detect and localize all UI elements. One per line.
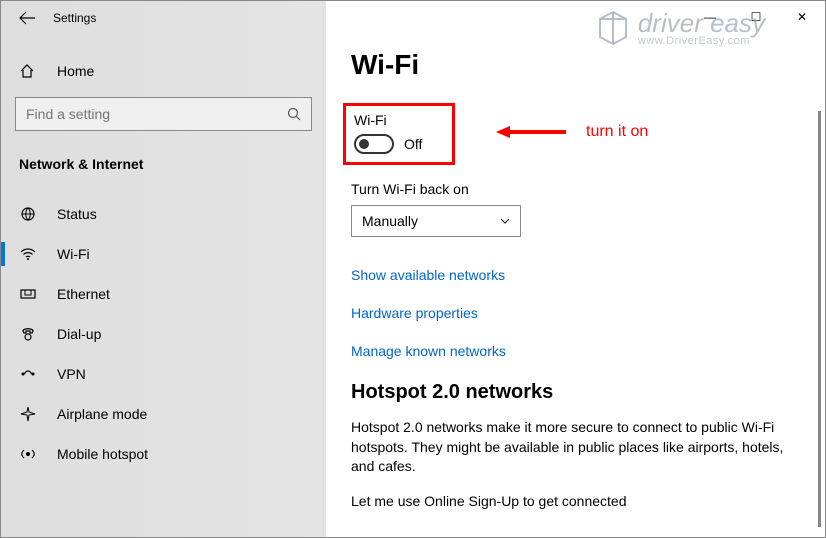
links-section: Show available networks Hardware propert… <box>351 267 825 359</box>
hotspot-description: Hotspot 2.0 networks make it more secure… <box>351 418 791 477</box>
turnback-dropdown[interactable]: Manually <box>351 205 521 237</box>
window-title: Settings <box>53 11 96 25</box>
arrow-icon <box>496 124 566 140</box>
nav-list: Status Wi-Fi Ethernet Dial-up <box>1 194 326 474</box>
sidebar-item-label: Dial-up <box>57 326 101 342</box>
section-label: Network & Internet <box>1 141 326 186</box>
wifi-toggle-label: Wi-Fi <box>354 112 422 128</box>
main-content: — ☐ ✕ Wi-Fi Wi-Fi Off Turn Wi-Fi back on… <box>326 1 825 537</box>
link-available-networks[interactable]: Show available networks <box>351 267 825 283</box>
sidebar-item-vpn[interactable]: VPN <box>1 354 326 394</box>
toggle-state-label: Off <box>404 136 422 152</box>
search-input[interactable] <box>26 106 260 122</box>
settings-window: Settings Home Network & Internet Stat <box>1 1 825 537</box>
titlebar-left: Settings <box>1 7 326 35</box>
sidebar-item-label: Airplane mode <box>57 406 147 422</box>
sidebar-item-dialup[interactable]: Dial-up <box>1 314 326 354</box>
sidebar-item-label: Ethernet <box>57 286 110 302</box>
status-icon <box>19 206 37 222</box>
dialup-icon <box>19 326 37 342</box>
scrollbar[interactable] <box>818 111 821 527</box>
link-hardware-properties[interactable]: Hardware properties <box>351 305 825 321</box>
sidebar-item-label: Status <box>57 206 97 222</box>
window-controls: — ☐ ✕ <box>687 3 825 31</box>
chevron-down-icon <box>500 218 510 224</box>
hotspot-icon <box>19 446 37 462</box>
search-icon <box>287 107 301 121</box>
annotation-text: turn it on <box>586 123 648 141</box>
home-label: Home <box>57 63 94 79</box>
sidebar: Settings Home Network & Internet Stat <box>1 1 326 537</box>
sidebar-item-airplane[interactable]: Airplane mode <box>1 394 326 434</box>
sidebar-item-label: Wi-Fi <box>57 246 90 262</box>
home-nav[interactable]: Home <box>1 53 326 89</box>
page-title: Wi-Fi <box>351 49 825 81</box>
close-button[interactable]: ✕ <box>779 3 825 31</box>
sidebar-item-label: Mobile hotspot <box>57 446 148 462</box>
toggle-knob <box>359 139 369 149</box>
annotation-highlight-box: Wi-Fi Off <box>343 103 455 165</box>
airplane-icon <box>19 406 37 422</box>
minimize-button[interactable]: — <box>687 3 733 31</box>
maximize-button[interactable]: ☐ <box>733 3 779 31</box>
link-known-networks[interactable]: Manage known networks <box>351 343 825 359</box>
wifi-toggle[interactable] <box>354 134 394 154</box>
ethernet-icon <box>19 286 37 302</box>
back-button[interactable] <box>19 11 35 25</box>
sidebar-item-label: VPN <box>57 366 86 382</box>
cutoff-text: Let me use Online Sign-Up to get connect… <box>351 493 825 509</box>
sidebar-item-status[interactable]: Status <box>1 194 326 234</box>
hotspot-title: Hotspot 2.0 networks <box>351 381 825 404</box>
home-icon <box>19 63 37 79</box>
sidebar-item-wifi[interactable]: Wi-Fi <box>1 234 326 274</box>
dropdown-value: Manually <box>362 213 418 229</box>
sidebar-item-hotspot[interactable]: Mobile hotspot <box>1 434 326 474</box>
wifi-icon <box>19 246 37 262</box>
annotation-arrow: turn it on <box>496 123 648 141</box>
turnback-label: Turn Wi-Fi back on <box>351 181 825 197</box>
sidebar-item-ethernet[interactable]: Ethernet <box>1 274 326 314</box>
vpn-icon <box>19 366 37 382</box>
search-box[interactable] <box>15 97 312 131</box>
